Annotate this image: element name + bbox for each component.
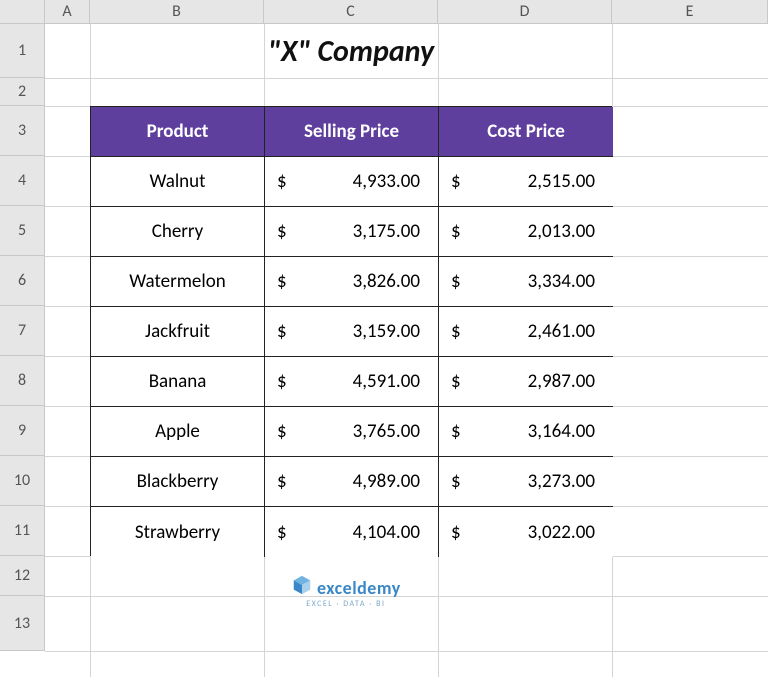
- row-header[interactable]: 5: [0, 206, 45, 256]
- data-table: ProductSelling PriceCost PriceWalnut$4,9…: [90, 106, 612, 556]
- column-header[interactable]: B: [90, 0, 264, 24]
- table-cell-product[interactable]: Watermelon: [91, 257, 265, 307]
- row-header[interactable]: 3: [0, 106, 45, 156]
- table-cell-selling[interactable]: $3,765.00: [265, 407, 439, 457]
- table-cell-selling[interactable]: $4,104.00: [265, 507, 439, 557]
- table-cell-selling[interactable]: $4,989.00: [265, 457, 439, 507]
- column-header[interactable]: E: [612, 0, 768, 24]
- cube-icon: [291, 574, 313, 601]
- logo-text: exceldemy: [317, 577, 401, 599]
- row-header[interactable]: 12: [0, 556, 45, 596]
- table-cell-product[interactable]: Cherry: [91, 207, 265, 257]
- table-cell-product[interactable]: Jackfruit: [91, 307, 265, 357]
- table-header: Product: [91, 107, 265, 157]
- row-header[interactable]: 7: [0, 306, 45, 356]
- select-all-corner[interactable]: [0, 0, 45, 24]
- row-header[interactable]: 1: [0, 24, 45, 78]
- logo-tagline: EXCEL · DATA · BI: [306, 599, 385, 609]
- watermark-logo: exceldemy EXCEL · DATA · BI: [291, 574, 401, 609]
- row-header[interactable]: 6: [0, 256, 45, 306]
- table-cell-cost[interactable]: $3,334.00: [439, 257, 613, 307]
- table-header: Selling Price: [265, 107, 439, 157]
- table-cell-cost[interactable]: $2,013.00: [439, 207, 613, 257]
- table-cell-cost[interactable]: $3,273.00: [439, 457, 613, 507]
- column-header[interactable]: D: [438, 0, 612, 24]
- table-cell-selling[interactable]: $4,591.00: [265, 357, 439, 407]
- row-header[interactable]: 2: [0, 78, 45, 106]
- table-cell-selling[interactable]: $4,933.00: [265, 157, 439, 207]
- table-cell-product[interactable]: Apple: [91, 407, 265, 457]
- row-header[interactable]: 8: [0, 356, 45, 406]
- table-cell-selling[interactable]: $3,826.00: [265, 257, 439, 307]
- table-header: Cost Price: [439, 107, 613, 157]
- table-cell-cost[interactable]: $3,164.00: [439, 407, 613, 457]
- column-header[interactable]: A: [45, 0, 90, 24]
- table-cell-cost[interactable]: $3,022.00: [439, 507, 613, 557]
- row-header[interactable]: 13: [0, 596, 45, 651]
- row-header[interactable]: 11: [0, 506, 45, 556]
- column-header[interactable]: C: [264, 0, 438, 24]
- grid-area: "X" Company ProductSelling PriceCost Pri…: [45, 24, 768, 677]
- page-title: "X" Company: [90, 24, 612, 78]
- table-cell-product[interactable]: Walnut: [91, 157, 265, 207]
- spreadsheet: ABCDE 12345678910111213 "X" Company Prod…: [0, 0, 768, 677]
- table-cell-cost[interactable]: $2,987.00: [439, 357, 613, 407]
- table-cell-product[interactable]: Blackberry: [91, 457, 265, 507]
- table-cell-cost[interactable]: $2,461.00: [439, 307, 613, 357]
- row-header[interactable]: 10: [0, 456, 45, 506]
- row-header[interactable]: 4: [0, 156, 45, 206]
- table-cell-selling[interactable]: $3,175.00: [265, 207, 439, 257]
- table-cell-product[interactable]: Strawberry: [91, 507, 265, 557]
- table-cell-selling[interactable]: $3,159.00: [265, 307, 439, 357]
- row-header[interactable]: 9: [0, 406, 45, 456]
- table-cell-cost[interactable]: $2,515.00: [439, 157, 613, 207]
- table-cell-product[interactable]: Banana: [91, 357, 265, 407]
